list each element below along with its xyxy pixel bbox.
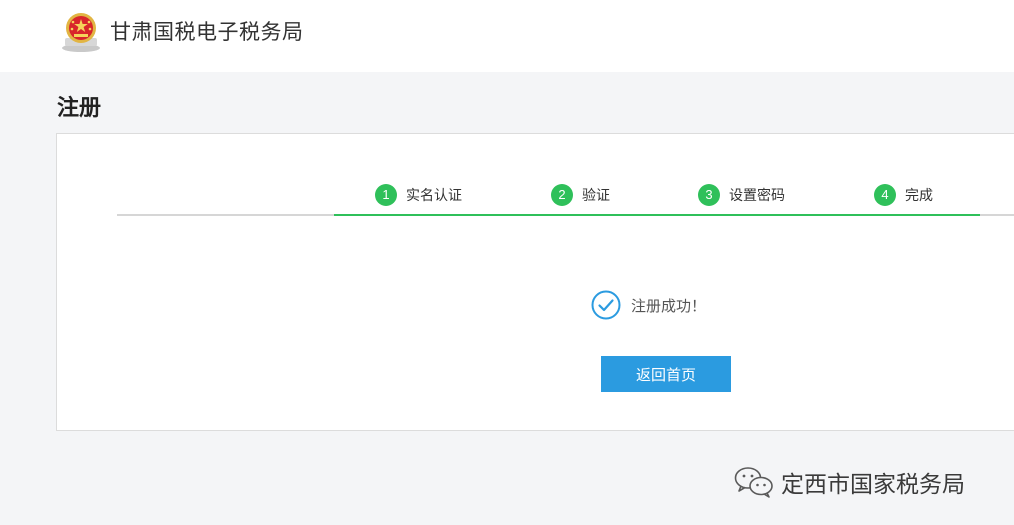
watermark-text: 定西市国家税务局 — [781, 472, 965, 498]
success-message: 注册成功！ — [631, 296, 707, 315]
step-label: 完成 — [905, 188, 933, 204]
step-number: 4 — [874, 184, 896, 206]
check-circle-icon — [591, 290, 621, 320]
step-real-name-verification: 1 实名认证 — [375, 182, 462, 208]
step-label: 验证 — [582, 188, 610, 204]
step-verification: 2 验证 — [551, 182, 610, 208]
step-set-password: 3 设置密码 — [698, 182, 785, 208]
step-number: 2 — [551, 184, 573, 206]
site-title: 甘肃国税电子税务局 — [110, 20, 304, 44]
success-message-row: 注册成功！ — [591, 290, 706, 320]
step-number: 3 — [698, 184, 720, 206]
step-complete: 4 完成 — [874, 182, 933, 208]
national-emblem-icon — [62, 13, 100, 52]
site-header: 甘肃国税电子税务局 — [0, 0, 1014, 72]
return-home-button[interactable]: 返回首页 — [601, 356, 731, 392]
watermark: 定西市国家税务局 — [733, 464, 965, 500]
registration-panel: 1 实名认证 2 验证 3 设置密码 4 完成 注册成功！ 返回首页 — [56, 133, 1014, 431]
progress-track-active — [334, 214, 980, 216]
step-label: 实名认证 — [406, 188, 462, 204]
step-label: 设置密码 — [729, 188, 785, 204]
step-number: 1 — [375, 184, 397, 206]
page-title: 注册 — [57, 96, 102, 121]
wechat-icon — [734, 467, 773, 498]
